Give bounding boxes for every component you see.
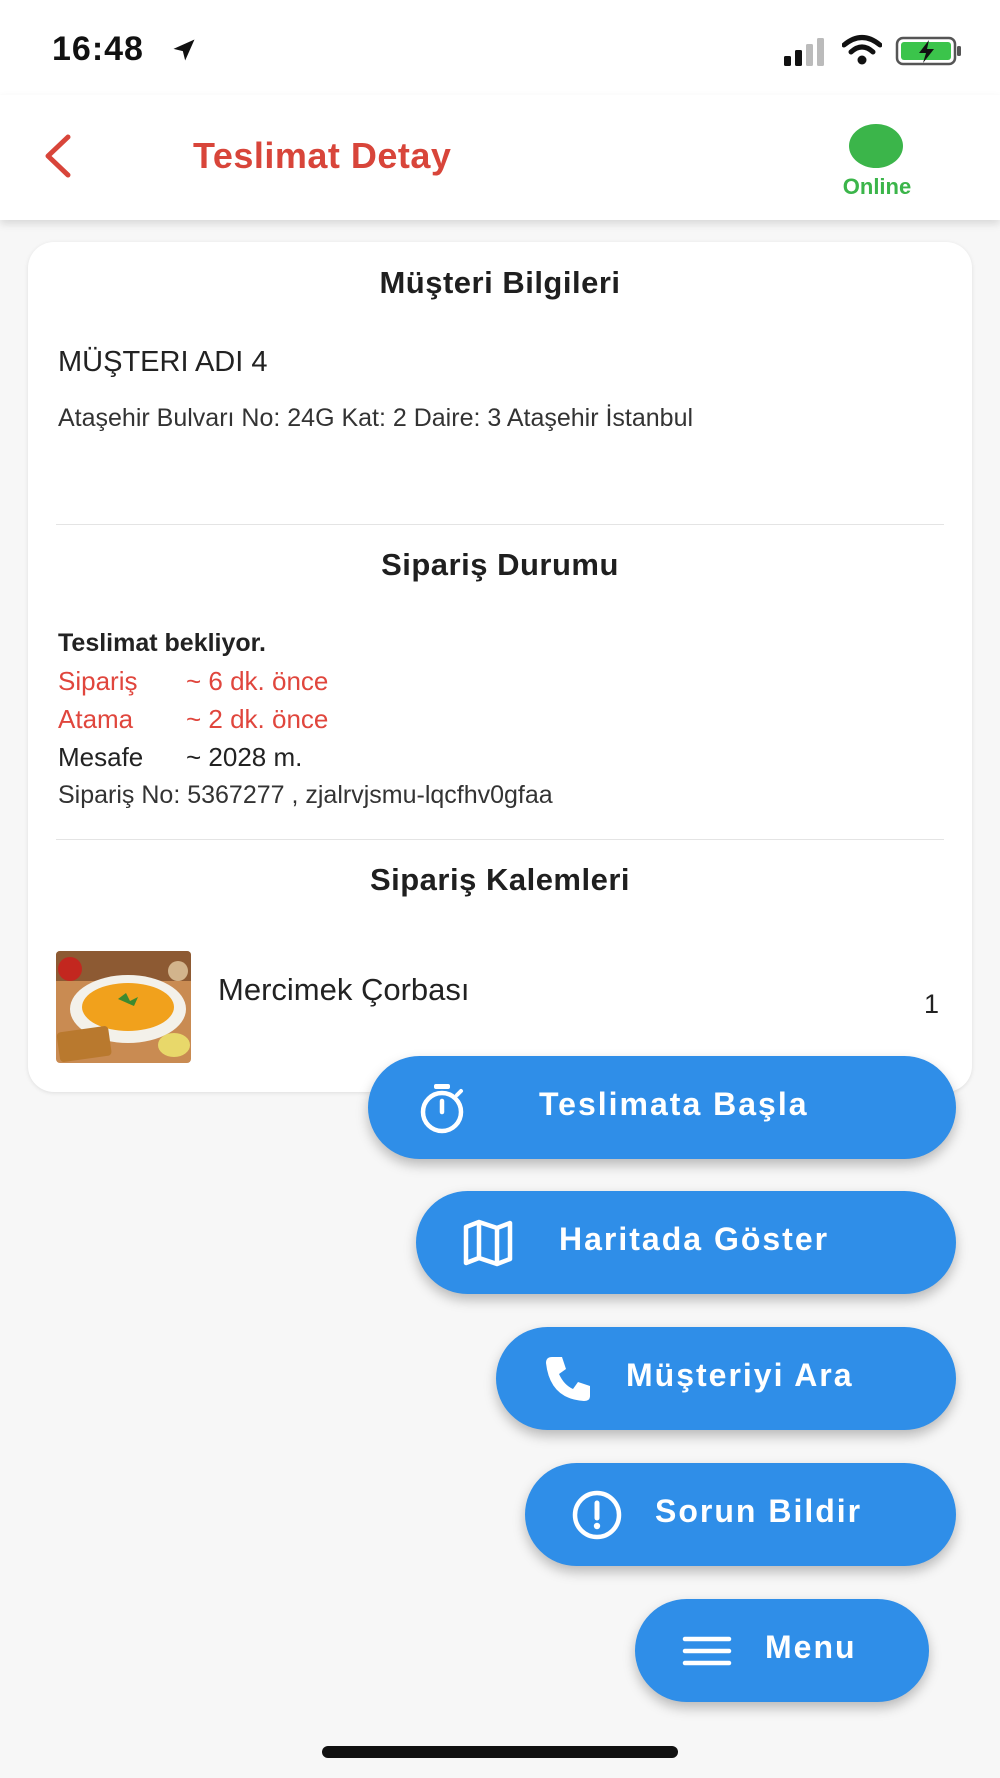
- menu-label: Menu: [765, 1629, 857, 1665]
- assigned-value: ~ 2 dk. önce: [186, 704, 329, 734]
- report-issue-label: Sorun Bildir: [655, 1493, 863, 1529]
- online-status-indicator: [849, 124, 903, 168]
- order-status-text: Teslimat bekliyor.: [58, 629, 266, 657]
- report-issue-button[interactable]: Sorun Bildir: [525, 1463, 956, 1566]
- show-on-map-button[interactable]: Haritada Göster: [416, 1191, 956, 1294]
- battery-charging-icon: [895, 36, 961, 66]
- order-status-title: Sipariş Durumu: [381, 547, 619, 582]
- status-time: 16:48: [52, 30, 144, 68]
- distance-row: Mesafe ~ 2028 m.: [58, 742, 302, 773]
- divider: [56, 524, 944, 525]
- delivery-detail-card: Müşteri Bilgileri MÜŞTERI ADI 4 Ataşehir…: [28, 242, 972, 1092]
- status-bar: 16:48: [0, 0, 1000, 95]
- online-status-label: Online: [842, 174, 912, 199]
- wifi-icon: [842, 35, 882, 65]
- start-delivery-label: Teslimata Başla: [539, 1086, 809, 1122]
- distance-value: ~ 2028 m.: [186, 742, 303, 772]
- divider: [56, 839, 944, 840]
- call-customer-button[interactable]: Müşteriyi Ara: [496, 1327, 956, 1430]
- hamburger-menu-icon: [682, 1636, 732, 1666]
- ordered-value: ~ 6 dk. önce: [186, 666, 329, 696]
- customer-info-title: Müşteri Bilgileri: [379, 265, 621, 300]
- distance-label: Mesafe: [58, 742, 144, 772]
- page-title: Teslimat Detay: [193, 135, 452, 176]
- assigned-time-row: Atama ~ 2 dk. önce: [58, 704, 328, 735]
- start-delivery-button[interactable]: Teslimata Başla: [368, 1056, 956, 1159]
- item-name: Mercimek Çorbası: [218, 972, 470, 1007]
- back-arrow-icon[interactable]: [36, 131, 86, 181]
- app-bar: Teslimat Detay Online: [0, 95, 1000, 220]
- show-on-map-label: Haritada Göster: [559, 1221, 830, 1257]
- stopwatch-icon: [420, 1084, 464, 1134]
- menu-button[interactable]: Menu: [635, 1599, 929, 1702]
- assigned-label: Atama: [58, 704, 134, 734]
- home-indicator: [322, 1746, 678, 1758]
- customer-name: MÜŞTERI ADI 4: [58, 346, 268, 378]
- map-icon: [463, 1219, 513, 1267]
- order-number: Sipariş No: 5367277 , zjalrvjsmu-lqcfhv0…: [58, 781, 553, 809]
- ordered-label: Sipariş: [58, 666, 138, 696]
- call-customer-label: Müşteriyi Ara: [626, 1357, 854, 1393]
- lentil-soup-photo: [56, 951, 191, 1063]
- customer-address: Ataşehir Bulvarı No: 24G Kat: 2 Daire: 3…: [58, 404, 694, 432]
- order-items-title: Sipariş Kalemleri: [369, 862, 631, 897]
- ordered-time-row: Sipariş ~ 6 dk. önce: [58, 666, 328, 697]
- item-quantity: 1: [924, 989, 940, 1019]
- alert-circle-icon: [572, 1490, 622, 1540]
- location-arrow-icon: [173, 39, 195, 61]
- signal-icon: [784, 38, 824, 66]
- phone-icon: [546, 1357, 590, 1401]
